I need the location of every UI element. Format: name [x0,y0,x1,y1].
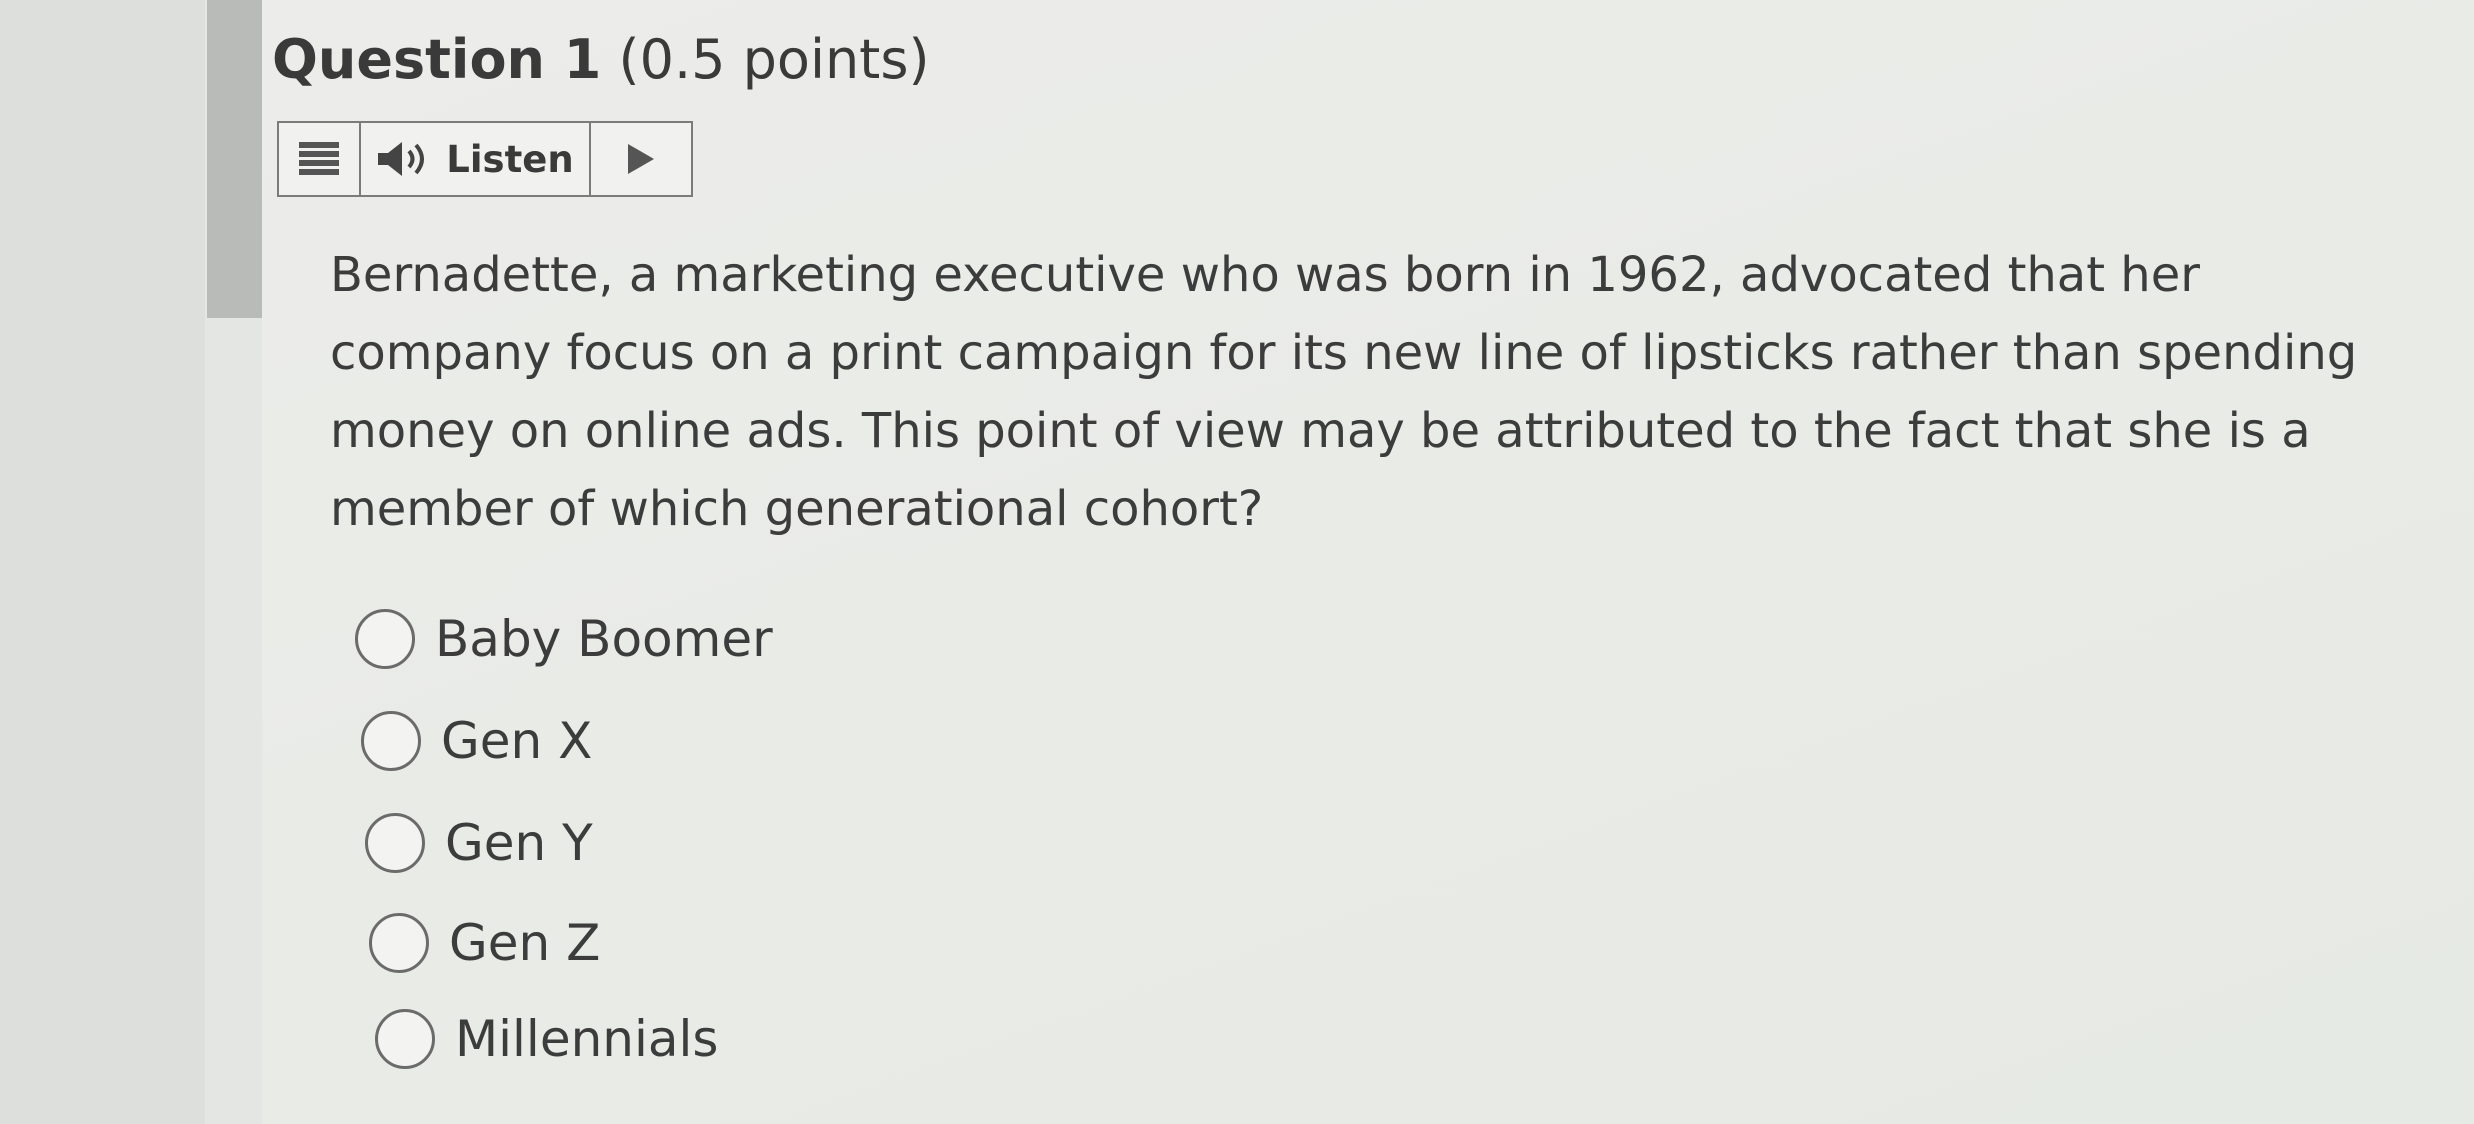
question-points: (0.5 points) [618,28,930,91]
listen-toolbar: Listen [277,121,693,197]
play-button[interactable] [591,123,691,195]
question-line: company focus on a print campaign for it… [330,325,2358,381]
question-line: money on online ads. This point of view … [330,403,2311,459]
radio-button[interactable] [365,813,425,873]
question-accent-bar [207,0,262,318]
listen-label: Listen [446,137,574,181]
option-gen-y[interactable]: Gen Y [365,808,593,878]
left-margin [0,0,205,1124]
question-text: Bernadette, a marketing executive who wa… [330,236,2358,548]
question-line: member of which generational cohort? [330,481,1264,537]
radio-button[interactable] [375,1009,435,1069]
option-label[interactable]: Gen Z [449,914,600,972]
radio-button[interactable] [369,913,429,973]
menu-icon [299,142,339,175]
play-icon [628,144,654,174]
speaker-icon [378,142,425,176]
question-title: Question 1 (0.5 points) [272,28,930,92]
radio-button[interactable] [361,711,421,771]
option-gen-z[interactable]: Gen Z [369,908,600,978]
question-line: Bernadette, a marketing executive who wa… [330,247,2200,303]
option-label[interactable]: Millennials [455,1010,718,1068]
radio-button[interactable] [355,609,415,669]
question-number: Question 1 [272,28,602,91]
option-label[interactable]: Gen Y [445,814,593,872]
option-gen-x[interactable]: Gen X [361,706,592,776]
option-label[interactable]: Gen X [441,712,592,770]
option-baby-boomer[interactable]: Baby Boomer [355,604,773,674]
option-millennials[interactable]: Millennials [375,1004,718,1074]
listen-button[interactable]: Listen [361,123,591,195]
listen-menu-button[interactable] [279,123,361,195]
option-label[interactable]: Baby Boomer [435,610,773,668]
